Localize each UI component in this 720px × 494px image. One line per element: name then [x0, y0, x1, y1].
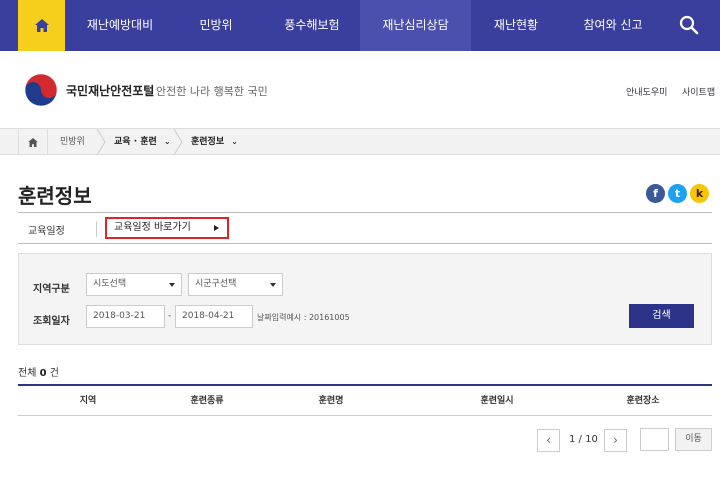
column-header-training-datetime: 훈련일시 — [480, 396, 514, 406]
nav-item-disaster-status[interactable]: 재난현황 — [471, 0, 561, 51]
column-header-training-location: 훈련장소 — [626, 396, 660, 406]
breadcrumb-item-education[interactable]: 교육 · 훈련 ⌄ — [114, 129, 171, 155]
nav-item-disaster-prevention[interactable]: 재난예방대비 — [72, 0, 168, 51]
sido-select[interactable]: 시도선택 — [86, 273, 182, 296]
breadcrumb-item-education-label: 교육 · 훈련 — [114, 137, 157, 147]
total-count-value: 0 — [39, 368, 47, 379]
search-button[interactable] — [678, 14, 700, 36]
education-schedule-link[interactable]: 교육일정 바로가기 — [105, 217, 229, 239]
breadcrumb-separator-icon — [173, 129, 183, 155]
page-status: 1 / 10 — [569, 434, 598, 445]
chevron-down-icon: ⌄ — [163, 137, 171, 146]
sigungu-select[interactable]: 시군구선택 — [188, 273, 283, 296]
table-header: 지역 훈련종류 훈련명 훈련일시 훈련장소 — [18, 386, 712, 416]
page-number-input[interactable] — [640, 428, 669, 451]
breadcrumb-item-training-label: 훈련정보 — [191, 137, 225, 147]
chevron-down-icon: ⌄ — [231, 137, 238, 146]
next-page-button[interactable]: › — [604, 429, 627, 452]
chevron-down-icon — [169, 283, 175, 287]
sigungu-select-value: 시군구선택 — [195, 279, 237, 289]
education-schedule-bar: 교육일정 교육일정 바로가기 — [18, 212, 712, 244]
region-label: 지역구분 — [33, 284, 70, 295]
home-button[interactable] — [18, 0, 65, 51]
chevron-down-icon — [270, 283, 276, 287]
total-prefix: 전체 — [18, 368, 37, 379]
date-range-dash: - — [168, 311, 172, 321]
top-navigation: 재난예방대비 민방위 풍수해보험 재난심리상담 재난현황 참여와 신고 — [0, 0, 720, 51]
portal-brand-name[interactable]: 국민재난안전포털 — [66, 82, 154, 99]
breadcrumb-separator-icon — [96, 129, 106, 155]
column-header-training-type: 훈련종류 — [190, 396, 224, 406]
breadcrumb-item-training-info[interactable]: 훈련정보 ⌄ — [191, 129, 238, 155]
column-header-region: 지역 — [79, 396, 97, 406]
page-title: 훈련정보 — [18, 184, 92, 208]
breadcrumb-item-civil-defense[interactable]: 민방위 — [60, 129, 85, 155]
home-icon — [28, 137, 38, 147]
breadcrumb-home[interactable] — [18, 129, 48, 155]
total-count: 전체 0 건 — [18, 364, 59, 379]
date-format-hint: 날짜입력예시 : 20161005 — [257, 313, 350, 322]
sitemap-link[interactable]: 사이트맵 — [682, 85, 715, 98]
total-suffix: 건 — [49, 368, 59, 379]
portal-slogan: 안전한 나라 행복한 국민 — [156, 85, 268, 98]
site-header: 국민재난안전포털 안전한 나라 행복한 국민 안내도우미 사이트맵 — [0, 51, 720, 129]
nav-item-participation-report[interactable]: 참여와 신고 — [561, 0, 665, 51]
column-header-training-name: 훈련명 — [318, 396, 344, 406]
date-label: 조회일자 — [33, 316, 70, 327]
education-schedule-label: 교육일정 — [28, 226, 65, 237]
facebook-share-icon[interactable]: f — [646, 184, 665, 203]
search-submit-button[interactable]: 검색 — [629, 304, 694, 328]
prev-page-button[interactable]: ‹ — [537, 429, 560, 452]
kakao-share-icon[interactable]: k — [690, 184, 709, 203]
breadcrumb: 민방위 교육 · 훈련 ⌄ 훈련정보 ⌄ — [0, 129, 720, 155]
sido-select-value: 시도선택 — [93, 279, 127, 289]
training-table: 지역 훈련종류 훈련명 훈련일시 훈련장소 — [18, 384, 712, 416]
nav-item-psych-counseling[interactable]: 재난심리상담 — [360, 0, 471, 51]
search-panel: 지역구분 시도선택 시군구선택 조회일자 2018-03-21 - 2018-0… — [18, 253, 712, 345]
end-date-input[interactable]: 2018-04-21 — [175, 305, 253, 328]
home-icon — [34, 19, 49, 32]
go-page-button[interactable]: 이동 — [675, 428, 712, 451]
arrow-right-icon — [214, 225, 219, 231]
twitter-share-icon[interactable]: t — [668, 184, 687, 203]
government-logo[interactable] — [24, 73, 58, 107]
nav-item-civil-defense[interactable]: 민방위 — [168, 0, 264, 51]
search-icon — [679, 15, 699, 35]
nav-item-storm-insurance[interactable]: 풍수해보험 — [264, 0, 360, 51]
guide-helper-link[interactable]: 안내도우미 — [626, 85, 667, 98]
education-schedule-link-label: 교육일정 바로가기 — [114, 222, 191, 233]
start-date-input[interactable]: 2018-03-21 — [86, 305, 165, 328]
taegeuk-logo-icon — [24, 73, 58, 107]
divider — [96, 221, 97, 237]
